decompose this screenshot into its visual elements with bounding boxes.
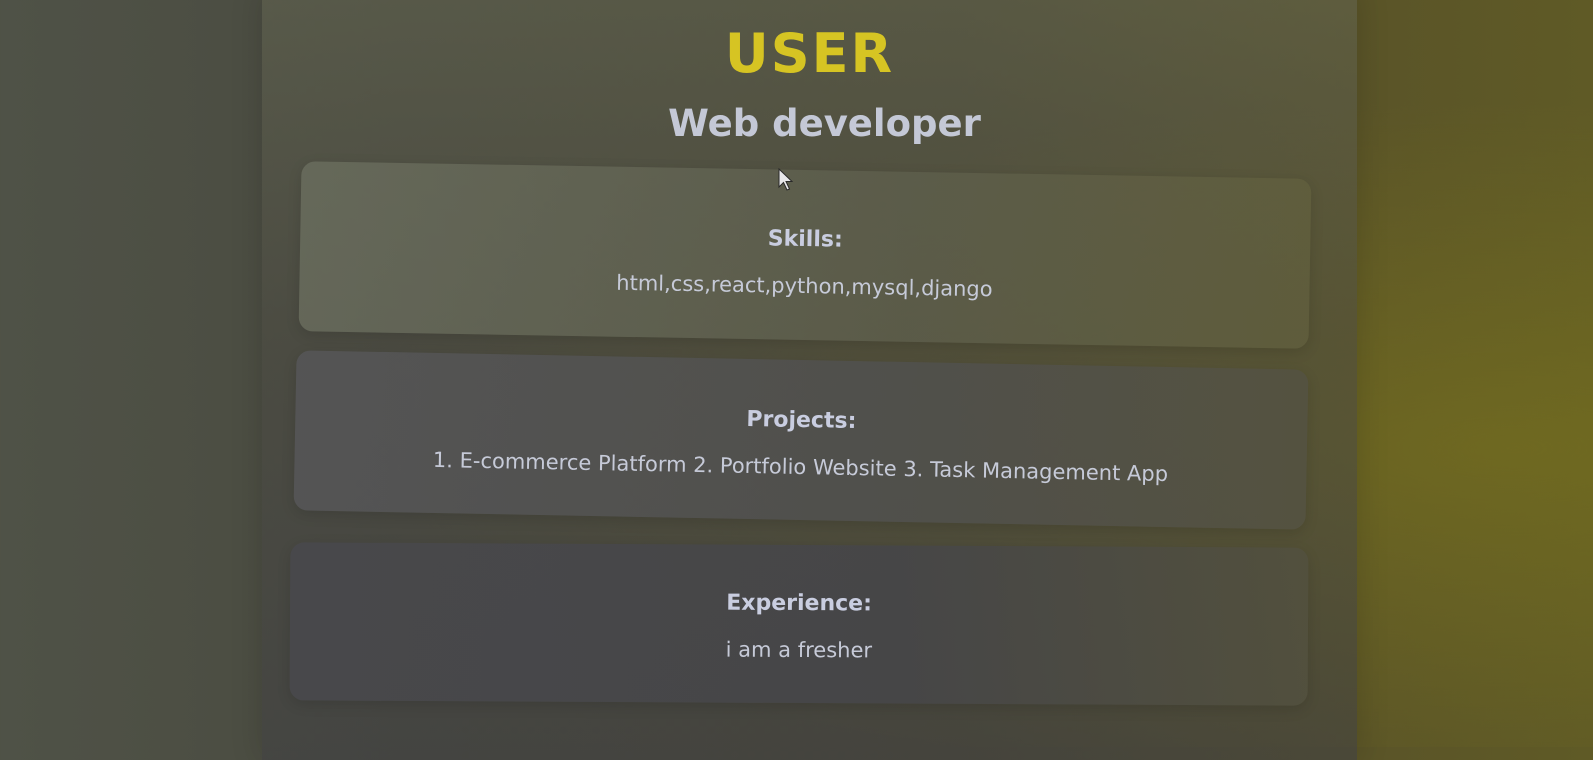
experience-content: i am a fresher (725, 637, 873, 663)
projects-content: 1. E-commerce Platform 2. Portfolio Webs… (432, 447, 1169, 487)
projects-card: Projects: 1. E-commerce Platform 2. Port… (293, 350, 1309, 530)
profile-role: Web developer (668, 102, 981, 145)
experience-card: Experience: i am a fresher (289, 542, 1309, 706)
mouse-pointer-icon (778, 168, 794, 191)
profile-name: USER (724, 22, 895, 85)
projects-title: Projects: (746, 406, 857, 435)
experience-title: Experience: (726, 590, 872, 617)
skills-title: Skills: (767, 226, 843, 253)
skills-card: Skills: html,css,react,python,mysql,djan… (298, 161, 1312, 349)
skills-content: html,css,react,python,mysql,django (616, 270, 993, 302)
